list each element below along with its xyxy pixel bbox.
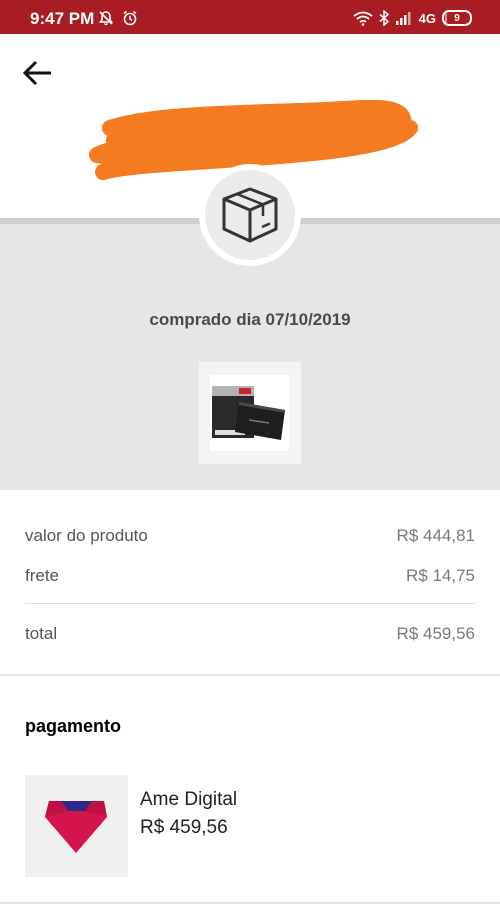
back-arrow-icon xyxy=(22,60,51,86)
network-type: 4G xyxy=(418,10,436,26)
status-bar: 9:47 PM 4G 9 xyxy=(0,0,500,34)
total-label: total xyxy=(25,624,58,643)
signal-icon xyxy=(395,12,411,25)
battery-indicator: 9 xyxy=(442,10,472,26)
back-button[interactable] xyxy=(20,56,56,92)
shipping-price-row: frete R$ 14,75 xyxy=(25,566,475,586)
total-price-row: total R$ 459,56 xyxy=(25,624,475,644)
battery-fill xyxy=(445,13,448,23)
product-thumbnail[interactable] xyxy=(199,362,301,464)
battery-level: 9 xyxy=(454,12,460,24)
price-divider xyxy=(25,603,475,604)
shipping-value: R$ 14,75 xyxy=(406,566,475,585)
payment-method-logo xyxy=(25,775,128,877)
order-detail-screen: 9:47 PM 4G 9 comprado dia 07/10/2019 val… xyxy=(0,0,500,906)
wifi-icon xyxy=(353,11,373,26)
purchase-date: comprado dia 07/10/2019 xyxy=(149,310,351,329)
product-price-row: valor do produto R$ 444,81 xyxy=(25,526,475,546)
product-price-label: valor do produto xyxy=(25,526,148,545)
total-value: R$ 459,56 xyxy=(396,624,475,643)
box-icon-circle xyxy=(205,170,295,260)
bottom-divider xyxy=(0,902,500,904)
package-box-icon xyxy=(222,187,278,243)
payment-method-name: Ame Digital xyxy=(140,789,238,810)
ame-digital-logo-icon xyxy=(45,801,107,853)
payment-section-title: pagamento xyxy=(25,716,122,736)
product-price-value: R$ 444,81 xyxy=(396,526,475,545)
bluetooth-icon xyxy=(379,10,389,26)
section-divider xyxy=(0,674,500,676)
ssd-product-image xyxy=(210,375,289,451)
shipping-label: frete xyxy=(25,566,60,585)
mute-notifications-icon xyxy=(98,11,114,26)
alarm-icon xyxy=(123,10,137,26)
status-time: 9:47 PM xyxy=(30,9,95,28)
payment-amount: R$ 459,56 xyxy=(140,817,228,838)
